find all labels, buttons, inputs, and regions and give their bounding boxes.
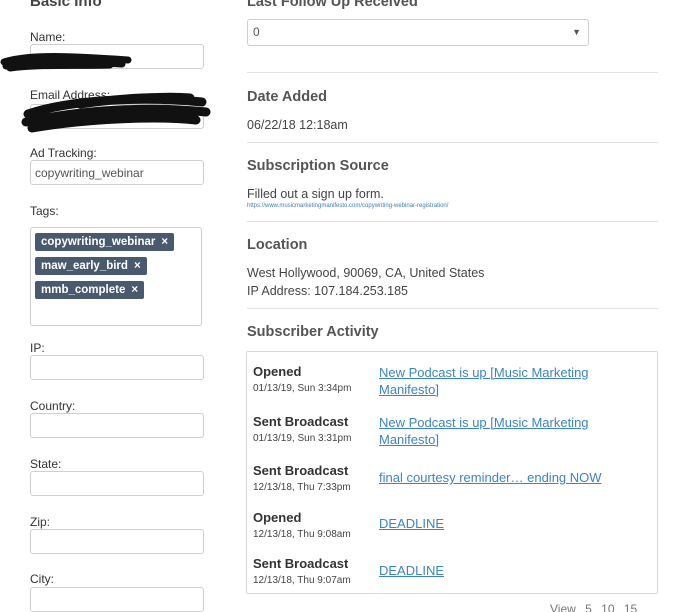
tag-remove-icon[interactable]: × bbox=[131, 284, 138, 296]
pager: View 5 10 15 bbox=[550, 602, 643, 612]
pager-option[interactable]: 10 bbox=[601, 602, 614, 612]
subscription-source-value: Filled out a sign up form. bbox=[247, 187, 384, 201]
name-field[interactable] bbox=[30, 44, 204, 69]
tag-remove-icon[interactable]: × bbox=[134, 260, 141, 272]
pager-option[interactable]: 15 bbox=[624, 602, 637, 612]
tag-chip: maw_early_bird × bbox=[35, 257, 147, 275]
name-label: Name: bbox=[30, 30, 66, 44]
tag-label: maw_early_bird bbox=[41, 260, 128, 272]
subscription-source-url[interactable]: https://www.musicmarketingmanifesto.com/… bbox=[247, 203, 448, 209]
activity-date: 01/13/19, Sun 3:31pm bbox=[253, 433, 352, 444]
tag-chip: mmb_complete × bbox=[35, 281, 145, 299]
activity-type: Opened bbox=[253, 510, 302, 525]
city-label: City: bbox=[30, 572, 54, 586]
tag-chip: copywriting_webinar × bbox=[35, 233, 175, 251]
tag-label: mmb_complete bbox=[41, 284, 126, 296]
date-added-heading: Date Added bbox=[247, 89, 328, 105]
activity-link[interactable]: DEADLINE bbox=[379, 562, 619, 579]
follow-up-select[interactable]: 0 ▼ bbox=[247, 19, 589, 46]
activity-date: 01/13/19, Sun 3:34pm bbox=[253, 383, 352, 394]
follow-up-heading: Last Follow Up Received bbox=[247, 0, 418, 10]
ad-tracking-label: Ad Tracking: bbox=[30, 146, 97, 160]
email-field[interactable] bbox=[30, 104, 204, 129]
country-label: Country: bbox=[30, 399, 76, 413]
activity-link[interactable]: final courtesy reminder… ending NOW bbox=[379, 469, 619, 486]
location-ip: IP Address: 107.184.253.185 bbox=[247, 284, 409, 298]
tag-remove-icon[interactable]: × bbox=[161, 236, 168, 248]
tags-label: Tags: bbox=[30, 204, 59, 218]
activity-type: Sent Broadcast bbox=[253, 556, 349, 571]
divider bbox=[247, 72, 658, 73]
activity-type: Sent Broadcast bbox=[253, 414, 349, 429]
ip-label: IP: bbox=[30, 341, 45, 355]
location-heading: Location bbox=[247, 237, 308, 253]
activity-date: 12/13/18, Thu 7:33pm bbox=[253, 482, 351, 493]
location-address: West Hollywood, 90069, CA, United States bbox=[247, 266, 485, 280]
activity-date: 12/13/18, Thu 9:07am bbox=[253, 575, 351, 586]
ip-field[interactable] bbox=[30, 355, 204, 380]
subscriber-activity-heading: Subscriber Activity bbox=[247, 324, 379, 340]
pager-option[interactable]: 5 bbox=[585, 602, 592, 612]
subscription-source-heading: Subscription Source bbox=[247, 158, 389, 174]
activity-list: Opened 01/13/19, Sun 3:34pm New Podcast … bbox=[246, 351, 658, 594]
basic-info-heading: Basic Info bbox=[30, 0, 102, 10]
email-label: Email Address: bbox=[30, 88, 111, 102]
activity-type: Sent Broadcast bbox=[253, 463, 349, 478]
activity-link[interactable]: DEADLINE bbox=[379, 515, 619, 532]
country-field[interactable] bbox=[30, 413, 204, 438]
state-field[interactable] bbox=[30, 471, 204, 496]
date-added-value: 06/22/18 12:18am bbox=[247, 118, 348, 132]
divider bbox=[247, 142, 658, 143]
activity-link[interactable]: New Podcast is up [Music Marketing Manif… bbox=[379, 414, 619, 448]
zip-field[interactable] bbox=[30, 529, 204, 554]
chevron-down-icon: ▼ bbox=[572, 27, 581, 37]
activity-date: 12/13/18, Thu 9:08am bbox=[253, 529, 351, 540]
ad-tracking-field[interactable] bbox=[30, 160, 204, 185]
city-field[interactable] bbox=[30, 587, 204, 612]
tag-label: copywriting_webinar bbox=[41, 236, 156, 248]
follow-up-value: 0 bbox=[253, 25, 260, 39]
activity-link[interactable]: New Podcast is up [Music Marketing Manif… bbox=[379, 364, 619, 398]
pager-label: View bbox=[550, 602, 576, 612]
divider bbox=[247, 308, 658, 309]
state-label: State: bbox=[30, 457, 62, 471]
activity-type: Opened bbox=[253, 364, 302, 379]
divider bbox=[247, 221, 658, 222]
tags-box[interactable]: copywriting_webinar × maw_early_bird × mmb… bbox=[30, 227, 202, 326]
zip-label: Zip: bbox=[30, 515, 51, 529]
